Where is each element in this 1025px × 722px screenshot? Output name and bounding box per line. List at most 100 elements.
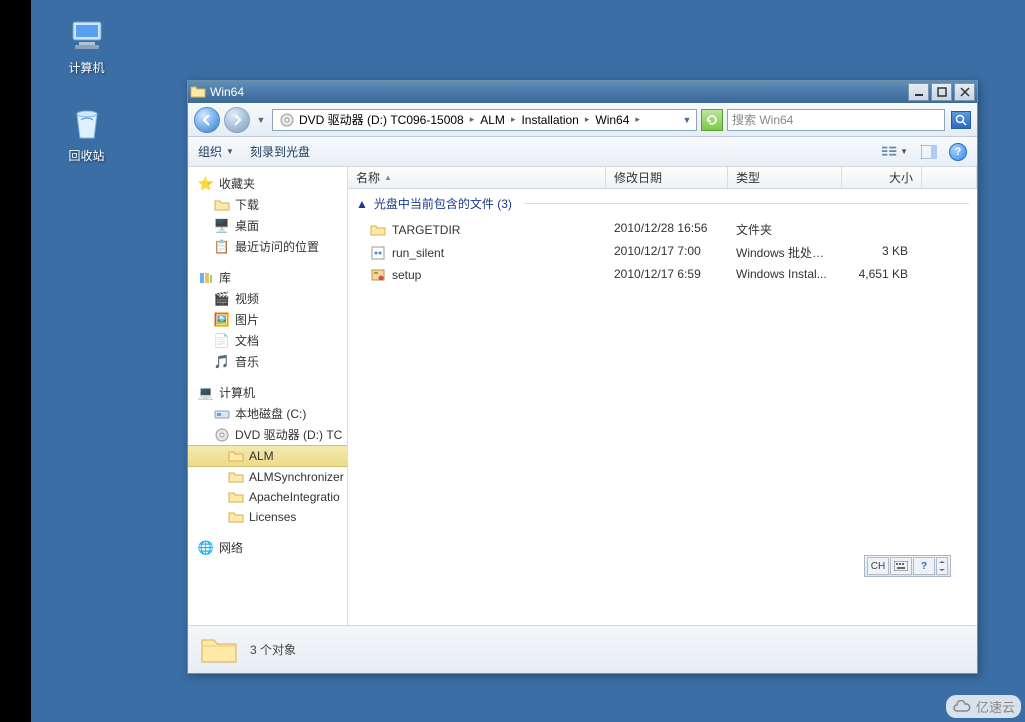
sidebar-item-pictures[interactable]: 🖼️图片 <box>188 309 347 330</box>
sidebar-item-network[interactable]: 🌐网络 <box>188 537 347 558</box>
chevron-icon[interactable]: ▸ <box>583 114 592 125</box>
file-name: run_silent <box>392 246 444 260</box>
document-icon: 📄 <box>214 333 230 349</box>
network-icon: 🌐 <box>198 540 214 556</box>
navigation-bar: ▼ DVD 驱动器 (D:) TC096-15008 ▸ ALM ▸ Insta… <box>188 103 977 137</box>
sidebar-item-local-disk[interactable]: 本地磁盘 (C:) <box>188 403 347 424</box>
minimize-button[interactable] <box>908 83 929 101</box>
search-button[interactable] <box>951 111 971 129</box>
help-button[interactable]: ? <box>949 143 967 161</box>
sidebar-item-downloads[interactable]: 下载 <box>188 194 347 215</box>
navigation-pane[interactable]: ⭐收藏夹 下载 🖥️桌面 📋最近访问的位置 库 🎬视频 🖼️图片 📄文档 🎵音乐… <box>188 167 348 625</box>
column-type[interactable]: 类型 <box>728 167 842 188</box>
ime-toolbar[interactable]: CH ? <box>864 555 951 577</box>
sidebar-item-apache[interactable]: ApacheIntegratio <box>188 487 347 507</box>
history-dropdown[interactable]: ▼ <box>254 111 268 129</box>
group-arrow-icon: ▲ <box>356 197 368 211</box>
group-divider <box>524 203 969 204</box>
recycle-bin-icon <box>67 104 107 144</box>
ime-help-button[interactable]: ? <box>913 557 935 575</box>
forward-button[interactable] <box>224 107 250 133</box>
breadcrumb-segment[interactable]: Installation <box>517 110 582 130</box>
desktop-icon-label: 回收站 <box>49 147 124 164</box>
computer-icon: 💻 <box>198 385 214 401</box>
folder-icon <box>228 469 244 485</box>
toolbar: 组织 ▼ 刻录到光盘 ▼ ? <box>188 137 977 167</box>
chevron-down-icon: ▼ <box>226 147 234 156</box>
chevron-icon[interactable]: ▸ <box>509 114 518 125</box>
sidebar-item-almsync[interactable]: ALMSynchronizer <box>188 467 347 487</box>
folder-icon <box>228 489 244 505</box>
sidebar-item-desktop[interactable]: 🖥️桌面 <box>188 215 347 236</box>
column-modified[interactable]: 修改日期 <box>606 167 728 188</box>
breadcrumb-dropdown[interactable]: ▼ <box>680 111 694 129</box>
organize-menu[interactable]: 组织 ▼ <box>198 143 234 160</box>
ime-options-button[interactable] <box>936 557 948 575</box>
back-button[interactable] <box>194 107 220 133</box>
video-icon: 🎬 <box>214 291 230 307</box>
preview-pane-button[interactable] <box>915 141 943 163</box>
file-list: 名称▲ 修改日期 类型 大小 ▲ 光盘中当前包含的文件 (3) TARGETDI… <box>348 167 977 625</box>
view-options-button[interactable]: ▼ <box>881 141 909 163</box>
file-date: 2010/12/17 7:00 <box>606 244 728 261</box>
breadcrumb-segment[interactable]: Win64 <box>591 110 633 130</box>
dvd-icon <box>214 427 230 443</box>
desktop-icon-computer[interactable]: 计算机 <box>49 16 124 76</box>
file-type: Windows Instal... <box>728 267 842 283</box>
file-size: 3 KB <box>842 244 922 261</box>
search-placeholder: 搜索 Win64 <box>732 111 940 128</box>
window-title: Win64 <box>210 85 908 99</box>
column-name[interactable]: 名称▲ <box>348 167 606 188</box>
sidebar-item-videos[interactable]: 🎬视频 <box>188 288 347 309</box>
sidebar-item-recent[interactable]: 📋最近访问的位置 <box>188 236 347 257</box>
sidebar-item-favorites[interactable]: ⭐收藏夹 <box>188 173 347 194</box>
file-row[interactable]: TARGETDIR2010/12/28 16:56文件夹 <box>348 218 977 241</box>
close-button[interactable] <box>954 83 975 101</box>
file-date: 2010/12/17 6:59 <box>606 267 728 283</box>
maximize-button[interactable] <box>931 83 952 101</box>
ime-lang-button[interactable]: CH <box>867 557 889 575</box>
library-icon <box>198 270 214 286</box>
column-size[interactable]: 大小 <box>842 167 922 188</box>
sidebar-item-alm[interactable]: ALM <box>188 445 347 467</box>
sidebar-item-libraries[interactable]: 库 <box>188 267 347 288</box>
sidebar-item-dvd[interactable]: DVD 驱动器 (D:) TC <box>188 424 347 445</box>
sidebar-item-music[interactable]: 🎵音乐 <box>188 351 347 372</box>
burn-button[interactable]: 刻录到光盘 <box>250 143 310 160</box>
refresh-button[interactable] <box>701 109 723 131</box>
chevron-down-icon: ▼ <box>900 147 908 156</box>
folder-icon <box>370 222 386 238</box>
folder-icon <box>228 509 244 525</box>
desktop-icon-recycle[interactable]: 回收站 <box>49 104 124 164</box>
file-row[interactable]: setup2010/12/17 6:59Windows Instal...4,6… <box>348 264 977 286</box>
sidebar-item-documents[interactable]: 📄文档 <box>188 330 347 351</box>
ime-keyboard-button[interactable] <box>890 557 912 575</box>
status-text: 3 个对象 <box>250 641 296 658</box>
chevron-icon[interactable]: ▸ <box>633 114 642 125</box>
desktop-icon: 🖥️ <box>214 218 230 234</box>
chevron-icon[interactable]: ▸ <box>468 114 477 125</box>
column-headers: 名称▲ 修改日期 类型 大小 <box>348 167 977 189</box>
breadcrumb-segment[interactable]: ALM <box>476 110 509 130</box>
statusbar: 3 个对象 <box>188 625 977 673</box>
sidebar-item-licenses[interactable]: Licenses <box>188 507 347 527</box>
titlebar[interactable]: Win64 <box>188 81 977 103</box>
recent-icon: 📋 <box>214 239 230 255</box>
breadcrumb-root[interactable]: DVD 驱动器 (D:) TC096-15008 <box>275 110 468 130</box>
file-row[interactable]: run_silent2010/12/17 7:00Windows 批处理...3… <box>348 241 977 264</box>
file-size <box>842 221 922 238</box>
group-header[interactable]: ▲ 光盘中当前包含的文件 (3) <box>348 189 977 218</box>
watermark: 亿速云 <box>946 695 1021 718</box>
file-type: 文件夹 <box>728 221 842 238</box>
picture-icon: 🖼️ <box>214 312 230 328</box>
msi-icon <box>370 267 386 283</box>
desktop-icon-label: 计算机 <box>49 59 124 76</box>
sidebar-item-computer[interactable]: 💻计算机 <box>188 382 347 403</box>
desktop: 计算机 回收站 Win64 <box>31 0 1025 722</box>
dvd-icon <box>279 112 295 128</box>
explorer-window: Win64 ▼ DVD 驱动器 (D:) TC096-15008 ▸ <box>187 80 978 674</box>
search-input[interactable]: 搜索 Win64 <box>727 109 945 131</box>
bat-icon <box>370 245 386 261</box>
file-size: 4,651 KB <box>842 267 922 283</box>
breadcrumb[interactable]: DVD 驱动器 (D:) TC096-15008 ▸ ALM ▸ Install… <box>272 109 697 131</box>
